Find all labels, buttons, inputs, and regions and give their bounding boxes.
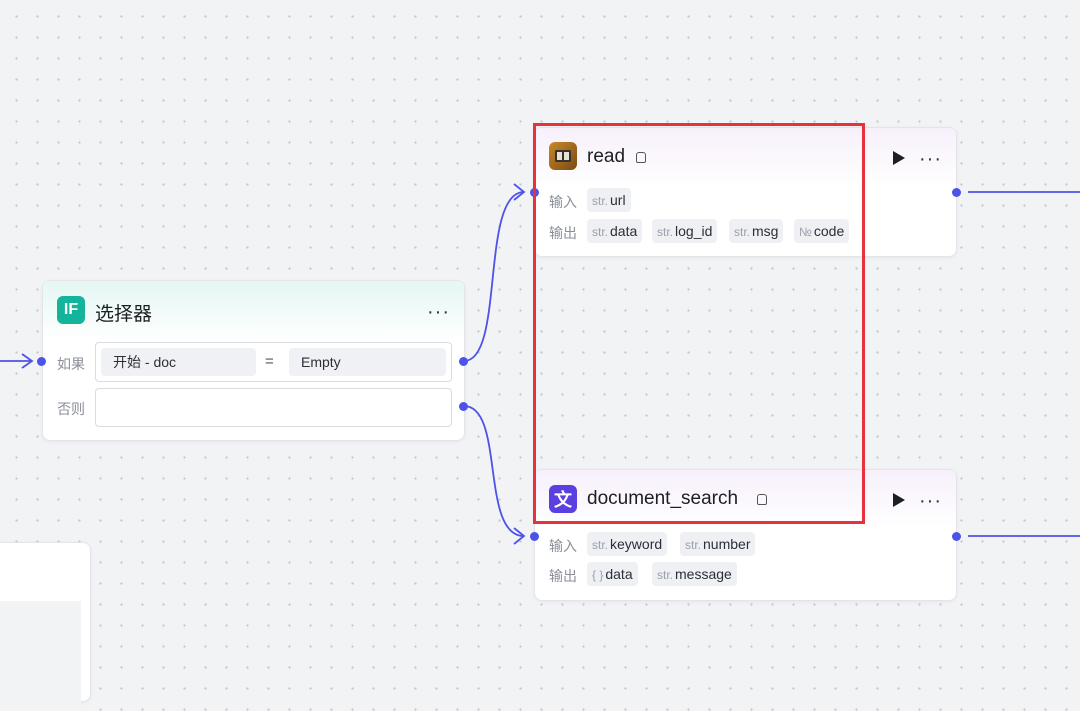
more-options-icon[interactable]: ···: [919, 491, 942, 511]
condition-left-operand[interactable]: 开始 - doc: [101, 348, 256, 376]
condition-operator[interactable]: =: [265, 353, 274, 370]
if-condition-icon: IF: [57, 296, 85, 324]
else-label: 否则: [57, 401, 85, 417]
read-node[interactable]: read ··· 输入 str. url 输出 str. data str. log_…: [534, 127, 957, 257]
more-options-icon[interactable]: ···: [427, 302, 450, 322]
if-label: 如果: [57, 356, 85, 372]
param-tag: str. msg: [729, 219, 784, 243]
run-icon[interactable]: [893, 493, 905, 507]
input-label: 输入: [549, 194, 577, 210]
selector-node[interactable]: IF 选择器 ··· 如果 开始 - doc = Empty 否则: [42, 280, 465, 441]
book-app-icon: [549, 142, 577, 170]
param-tag: str. log_id: [652, 219, 718, 243]
param-tag: str. number: [680, 532, 756, 556]
edge-if-to-read: [463, 191, 525, 362]
search-input-port[interactable]: [530, 532, 539, 541]
plugin-badge-icon: [636, 152, 646, 163]
else-output-port[interactable]: [459, 402, 468, 411]
read-title: read: [587, 146, 626, 167]
param-tag: str. message: [652, 562, 737, 586]
param-tag: { } data: [587, 562, 638, 586]
search-title: document_search: [587, 488, 739, 509]
run-icon[interactable]: [893, 151, 905, 165]
if-output-port[interactable]: [459, 357, 468, 366]
more-options-icon[interactable]: ···: [919, 149, 942, 169]
param-tag: str. keyword: [587, 532, 668, 556]
selector-input-port[interactable]: [37, 357, 46, 366]
selector-title: 选择器: [95, 304, 153, 325]
output-label: 输出: [549, 568, 577, 584]
document-search-node[interactable]: 文 document_search ··· 输入 str. keyword str…: [534, 469, 957, 601]
else-row[interactable]: [95, 388, 452, 427]
plugin-badge-icon: [757, 494, 767, 505]
condition-right-operand[interactable]: Empty: [289, 348, 446, 376]
partial-node-body: [0, 601, 81, 711]
param-tag: str. data: [587, 219, 643, 243]
param-tag: str. url: [587, 188, 631, 212]
input-label: 输入: [549, 538, 577, 554]
edge-else-to-search: [463, 405, 525, 537]
search-output-port[interactable]: [952, 532, 961, 541]
read-input-port[interactable]: [530, 188, 539, 197]
partial-node-bottom-left[interactable]: [0, 542, 91, 711]
output-label: 输出: [549, 225, 577, 241]
document-text-icon: 文: [549, 485, 577, 513]
read-output-port[interactable]: [952, 188, 961, 197]
param-tag: № code: [794, 219, 850, 243]
